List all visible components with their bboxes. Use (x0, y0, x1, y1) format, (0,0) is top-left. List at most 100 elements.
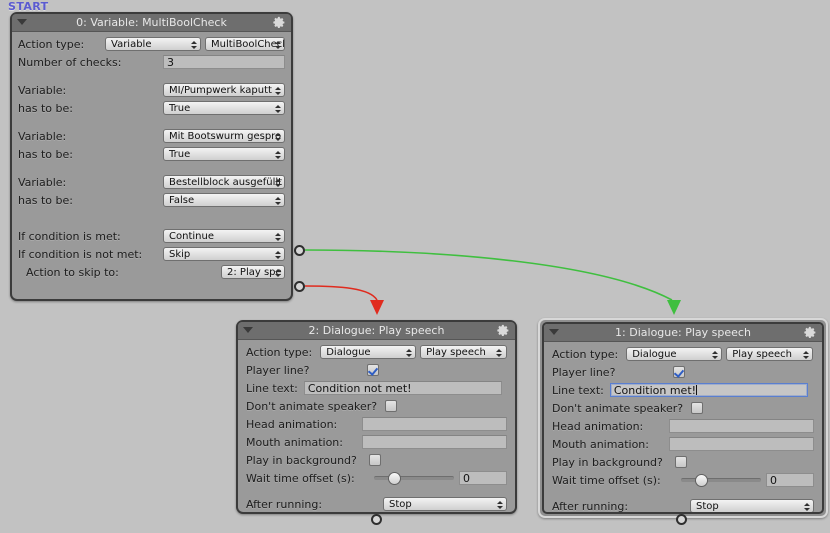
chevron-updown-icon (803, 501, 810, 512)
chevron-updown-icon (405, 347, 412, 358)
link-condition-not-met (304, 285, 378, 301)
after-running-dropdown[interactable]: Stop (690, 499, 814, 512)
chevron-updown-icon (274, 149, 281, 160)
head-animation-input[interactable] (362, 417, 507, 431)
head-animation-input[interactable] (669, 419, 814, 433)
chevron-updown-icon (190, 39, 197, 50)
check-2-hastobe-dropdown[interactable]: True (163, 147, 285, 161)
wait-time-offset-input[interactable]: 0 (766, 473, 814, 487)
player-line-checkbox[interactable] (367, 364, 380, 376)
head-animation-label: Head animation: (552, 419, 644, 433)
if-condition-not-met-dropdown[interactable]: Skip (163, 247, 285, 261)
after-running-value: Stop (696, 501, 719, 512)
node-dialogue-play-speech-2[interactable]: 2: Dialogue: Play speech Action type: Di… (236, 320, 517, 514)
triangle-down-icon[interactable] (549, 329, 559, 335)
row-check-2-hastobe: has to be: True (18, 145, 285, 163)
check-3-hastobe-dropdown[interactable]: False (163, 193, 285, 207)
row-mouth-animation: Mouth animation: (552, 435, 814, 453)
row-action-type: Action type: Dialogue Play speech (246, 343, 507, 361)
dont-animate-speaker-label: Don't animate speaker? (246, 399, 378, 413)
action-type-category-dropdown[interactable]: Variable (105, 37, 201, 51)
check-2-variable-dropdown[interactable]: Mit Bootswurm gespro (163, 129, 285, 143)
row-check-1-hastobe: has to be: True (18, 99, 285, 117)
number-of-checks-input[interactable]: 3 (163, 55, 285, 69)
check-1-hastobe-label: has to be: (18, 101, 73, 115)
triangle-down-icon[interactable] (243, 327, 253, 333)
line-text-value: Condition met! (613, 384, 697, 397)
link-condition-met (304, 249, 673, 301)
action-subtype-dropdown[interactable]: Play speech (726, 347, 814, 361)
node-dialogue-play-speech-1[interactable]: 1: Dialogue: Play speech Action type: Di… (538, 318, 828, 518)
slider-knob[interactable] (695, 473, 708, 487)
dont-animate-speaker-checkbox[interactable] (691, 402, 704, 414)
wait-time-offset-slider[interactable] (681, 473, 761, 487)
chevron-updown-icon (802, 349, 809, 360)
number-of-checks-label: Number of checks: (18, 55, 122, 69)
action-subtype-dropdown[interactable]: MultiBoolCheck (205, 37, 285, 51)
check-2-hastobe-label: has to be: (18, 147, 73, 161)
row-action-to-skip-to: Action to skip to: 2: Play spe (18, 263, 285, 281)
mouth-animation-input[interactable] (669, 437, 814, 451)
action-type-category-value: Dialogue (326, 347, 371, 358)
output-port-condition-not-met[interactable] (294, 281, 305, 292)
row-action-type: Action type: Variable MultiBoolCheck (18, 35, 285, 53)
row-line-text: Line text: Condition met! (552, 381, 814, 399)
node-graph-canvas[interactable]: START 0: Variable: MultiBoolCheck Action… (0, 0, 830, 533)
gear-icon[interactable] (273, 16, 286, 29)
chevron-updown-icon (274, 267, 281, 278)
node2-header[interactable]: 2: Dialogue: Play speech (238, 322, 515, 340)
check-1-hastobe-dropdown[interactable]: True (163, 101, 285, 115)
action-type-label: Action type: (246, 345, 313, 359)
check-1-variable-dropdown[interactable]: MI/Pumpwerk kaputt (163, 83, 285, 97)
output-port-node2[interactable] (371, 514, 382, 525)
line-text-input[interactable]: Condition not met! (303, 381, 502, 395)
row-number-of-checks: Number of checks: 3 (18, 53, 285, 71)
triangle-down-icon[interactable] (17, 19, 27, 25)
action-subtype-dropdown[interactable]: Play speech (420, 345, 507, 359)
row-action-type: Action type: Dialogue Play speech (552, 345, 814, 363)
play-in-background-checkbox[interactable] (674, 456, 687, 468)
row-player-line: Player line? (552, 363, 814, 381)
player-line-label: Player line? (246, 363, 310, 377)
player-line-checkbox[interactable] (673, 366, 686, 378)
line-text-input[interactable]: Condition met! (609, 383, 808, 397)
row-check-2-variable: Variable: Mit Bootswurm gespro (18, 127, 285, 145)
wait-time-offset-slider[interactable] (374, 471, 454, 485)
mouth-animation-input[interactable] (362, 435, 507, 449)
if-condition-met-dropdown[interactable]: Continue (163, 229, 285, 243)
chevron-updown-icon (274, 131, 281, 142)
wait-time-offset-input[interactable]: 0 (459, 471, 507, 485)
after-running-dropdown[interactable]: Stop (383, 497, 507, 511)
slider-knob[interactable] (388, 471, 401, 485)
action-type-category-dropdown[interactable]: Dialogue (320, 345, 417, 359)
output-port-node1[interactable] (676, 514, 687, 525)
line-text-label: Line text: (552, 383, 604, 397)
check-3-variable-dropdown[interactable]: Bestellblock ausgefüllt (163, 175, 285, 189)
action-to-skip-to-dropdown[interactable]: 2: Play spe (221, 265, 285, 279)
node2-body: Action type: Dialogue Play speech Player… (238, 340, 515, 517)
mouth-animation-label: Mouth animation: (246, 435, 343, 449)
row-if-condition-not-met: If condition is not met: Skip (18, 245, 285, 263)
dont-animate-speaker-checkbox[interactable] (385, 400, 398, 412)
row-check-1-variable: Variable: MI/Pumpwerk kaputt (18, 81, 285, 99)
node-variable-multiboolcheck[interactable]: 0: Variable: MultiBoolCheck Action type:… (10, 12, 293, 301)
arrowhead-condition-not-met (370, 300, 384, 315)
row-wait-time-offset: Wait time offset (s): 0 (552, 471, 814, 489)
gear-icon[interactable] (497, 324, 510, 337)
chevron-updown-icon (496, 347, 503, 358)
row-if-condition-met: If condition is met: Continue (18, 227, 285, 245)
play-in-background-checkbox[interactable] (368, 454, 381, 466)
node0-header[interactable]: 0: Variable: MultiBoolCheck (12, 14, 291, 32)
row-head-animation: Head animation: (552, 417, 814, 435)
check-1-variable-label: Variable: (18, 83, 67, 97)
node1-title: 1: Dialogue: Play speech (615, 326, 751, 339)
gear-icon[interactable] (804, 326, 817, 339)
row-play-in-background: Play in background? (246, 451, 507, 469)
action-type-category-dropdown[interactable]: Dialogue (626, 347, 723, 361)
check-3-variable-value: Bestellblock ausgefüllt (169, 177, 283, 188)
row-check-3-hastobe: has to be: False (18, 191, 285, 209)
output-port-condition-met[interactable] (294, 245, 305, 256)
after-running-value: Stop (389, 499, 412, 510)
check-3-variable-label: Variable: (18, 175, 67, 189)
node1-header[interactable]: 1: Dialogue: Play speech (544, 324, 822, 342)
